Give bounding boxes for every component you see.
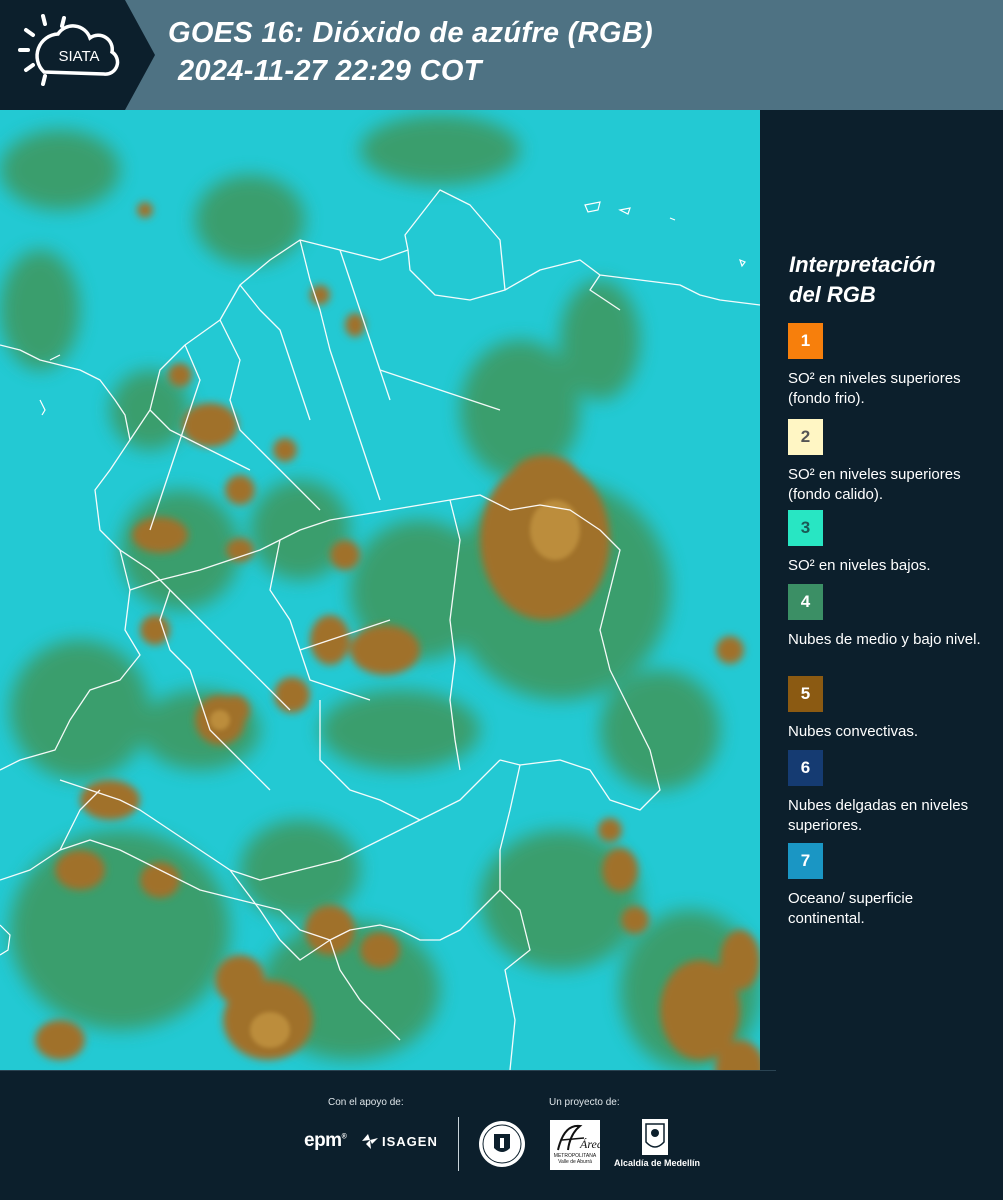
footer-vertical-divider — [458, 1117, 459, 1171]
legend-item-3: 3 SO² en niveles bajos. — [788, 510, 988, 576]
alcaldia-shield-icon — [642, 1119, 668, 1155]
legend-item-7: 7 Oceano/ superficie continental. — [788, 843, 988, 929]
legend-swatch-4: 4 — [788, 584, 823, 620]
footer: Con el apoyo de: Un proyecto de: epm® IS… — [0, 1070, 1003, 1200]
title-line-datetime: 2024-11-27 22:29 COT — [178, 55, 482, 87]
legend-item-1: 1 SO² en niveles superiores (fondo frio)… — [788, 323, 988, 409]
siata-logo: SIATA — [0, 0, 155, 110]
legend-item-2: 2 SO² en niveles superiores (fondo calid… — [788, 419, 988, 505]
footer-divider — [0, 1070, 776, 1071]
satellite-map-image — [0, 110, 760, 1070]
svg-text:Área: Área — [579, 1137, 600, 1151]
legend-swatch-1: 1 — [788, 323, 823, 359]
legend-label-5: Nubes convectivas. — [788, 723, 919, 740]
svg-text:SIATA: SIATA — [58, 48, 99, 65]
legend-label-3: SO² en niveles bajos. — [788, 557, 931, 574]
alcaldia-logo-text: Alcaldía de Medellín — [614, 1158, 701, 1168]
legend-swatch-3: 3 — [788, 510, 823, 546]
legend-title-line2: del RGB — [789, 282, 876, 307]
area-metropolitana-icon: Área — [557, 1124, 603, 1151]
area-metropolitana-subtitle: METROPOLITANA Valle de Aburrá — [553, 1153, 597, 1165]
legend-swatch-5: 5 — [788, 676, 823, 712]
legend-swatch-6: 6 — [788, 750, 823, 786]
map-side-strip — [760, 110, 776, 1070]
epm-logo: epm® — [304, 1130, 347, 1151]
support-label: Con el apoyo de: — [328, 1097, 404, 1108]
isagen-logo-text: ISAGEN — [382, 1134, 438, 1149]
legend-label-1: SO² en niveles superiores (fondo frio). — [788, 370, 961, 407]
legend-label-6: Nubes delgadas en niveles superiores. — [788, 797, 969, 834]
legend-label-7: Oceano/ superficie continental. — [788, 890, 914, 927]
page-title: GOES 16: Dióxido de azúfre (RGB) 2024-11… — [168, 14, 653, 90]
header-bar: SIATA GOES 16: Dióxido de azúfre (RGB) 2… — [0, 0, 1003, 110]
legend-item-4: 4 Nubes de medio y bajo nivel. — [788, 584, 988, 650]
legend-item-6: 6 Nubes delgadas en niveles superiores. — [788, 750, 988, 836]
legend-title-line1: Interpretación — [789, 252, 936, 277]
isagen-logo-icon — [362, 1134, 378, 1149]
project-label: Un proyecto de: — [549, 1097, 620, 1108]
epm-logo-text: epm — [304, 1130, 342, 1151]
legend-label-4: Nubes de medio y bajo nivel. — [788, 631, 981, 648]
legend-title: Interpretación del RGB — [789, 250, 936, 310]
siata-logo-icon: SIATA — [0, 0, 155, 110]
medellin-seal-icon — [479, 1121, 525, 1167]
legend-item-5: 5 Nubes convectivas. — [788, 676, 988, 742]
legend-label-2: SO² en niveles superiores (fondo calido)… — [788, 466, 961, 503]
legend-swatch-2: 2 — [788, 419, 823, 455]
satellite-map — [0, 110, 760, 1070]
title-line-product: GOES 16: Dióxido de azúfre (RGB) — [168, 17, 653, 49]
legend-swatch-7: 7 — [788, 843, 823, 879]
